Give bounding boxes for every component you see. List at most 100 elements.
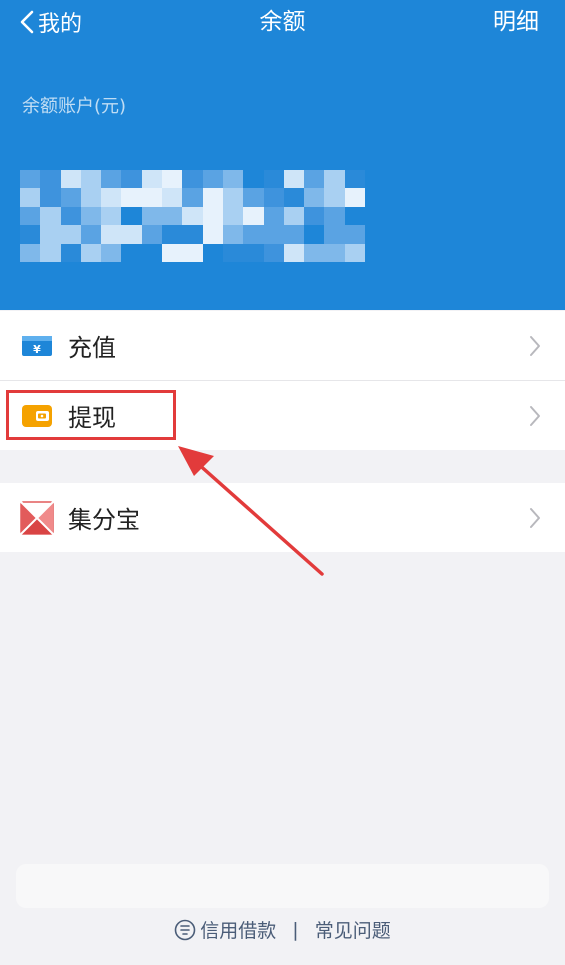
mosaic-pixel (202, 170, 223, 189)
mosaic-pixel (324, 188, 345, 207)
mosaic-pixel (141, 206, 163, 226)
list-item-withdraw[interactable]: 提现 (0, 381, 565, 450)
mosaic-pixel (121, 170, 142, 189)
mosaic-pixel (182, 170, 203, 189)
mosaic-pixel (182, 188, 203, 207)
mosaic-pixel (80, 243, 102, 262)
mosaic-pixel (80, 170, 102, 189)
mosaic-pixel (222, 225, 244, 244)
mosaic-pixel (202, 225, 223, 244)
mosaic-pixel (162, 206, 183, 226)
footer-separator: | (292, 918, 299, 941)
chevron-right-icon (530, 405, 540, 426)
mosaic-pixel (20, 225, 41, 244)
mosaic-pixel (263, 188, 284, 207)
mosaic-pixel (20, 243, 41, 262)
mosaic-pixel (344, 206, 365, 226)
mosaic-pixel (121, 206, 142, 226)
yuan-card-icon: ¥ (20, 329, 54, 363)
mosaic-pixel (182, 206, 203, 226)
mosaic-pixel (162, 225, 183, 244)
mosaic-pixel (40, 225, 61, 244)
mosaic-pixel (141, 170, 163, 189)
mosaic-pixel (80, 206, 102, 226)
mosaic-pixel (344, 225, 365, 244)
withdraw-label: 提现 (68, 404, 116, 432)
mosaic-pixel (243, 188, 264, 207)
list-item-jifenbao[interactable]: 集分宝 (0, 483, 565, 552)
mosaic-pixel (344, 170, 365, 189)
mosaic-pixel (263, 225, 284, 244)
mosaic-pixel (101, 170, 122, 189)
mosaic-pixel (101, 206, 122, 226)
footer-links: 信用借款 | 常见问题 (0, 916, 565, 943)
chevron-right-icon (530, 335, 540, 356)
mosaic-pixel (60, 170, 81, 189)
mosaic-pixel (243, 206, 264, 226)
mosaic-pixel (283, 243, 305, 262)
mosaic-pixel (324, 243, 345, 262)
balance-label: 余额账户(元) (22, 96, 127, 117)
mosaic-pixel (304, 206, 325, 226)
mosaic-pixel (344, 243, 365, 262)
mosaic-pixel (263, 170, 284, 189)
chevron-right-icon (530, 507, 540, 528)
back-label: 我的 (38, 12, 83, 37)
mosaic-pixel (324, 206, 345, 226)
mosaic-pixel (304, 243, 325, 262)
mosaic-pixel (324, 170, 345, 189)
mosaic-pixel (162, 170, 183, 189)
mosaic-pixel (202, 188, 223, 207)
faq-link[interactable]: 常见问题 (315, 916, 391, 943)
mosaic-pixel (283, 225, 305, 244)
chevron-left-icon (20, 10, 34, 34)
credit-loan-icon (174, 919, 196, 940)
mosaic-pixel (304, 225, 325, 244)
mosaic-pixel (60, 225, 81, 244)
mosaic-pixel (121, 225, 142, 244)
footer-placeholder (16, 864, 549, 908)
mosaic-pixel (222, 188, 244, 207)
mosaic-pixel (182, 243, 203, 262)
mosaic-pixel (80, 225, 102, 244)
page-title: 余额 (259, 9, 306, 35)
mosaic-pixel (222, 243, 244, 262)
mosaic-pixel (304, 170, 325, 189)
mosaic-pixel (20, 170, 41, 189)
list-item-recharge[interactable]: ¥ 充值 (0, 311, 565, 381)
mosaic-pixel (344, 188, 365, 207)
mosaic-pixel (202, 243, 223, 262)
mosaic-pixel (101, 188, 122, 207)
mosaic-pixel (162, 243, 183, 262)
jifenbao-label: 集分宝 (68, 506, 140, 534)
mosaic-pixel (141, 243, 163, 262)
mosaic-pixel (60, 243, 81, 262)
mosaic-pixel (20, 206, 41, 226)
jifenbao-icon (20, 500, 54, 535)
mosaic-pixel (141, 225, 163, 244)
mosaic-pixel (40, 188, 61, 207)
mosaic-pixel (80, 188, 102, 207)
mosaic-pixel (202, 206, 223, 226)
mosaic-pixel (283, 188, 305, 207)
mosaic-pixel (60, 206, 81, 226)
mosaic-pixel (263, 206, 284, 226)
mosaic-pixel (222, 206, 244, 226)
mosaic-pixel (40, 206, 61, 226)
mosaic-pixel (182, 225, 203, 244)
balance-header: 我的 余额 明细 余额账户(元) (0, 0, 565, 310)
mosaic-pixel (20, 188, 41, 207)
mosaic-pixel (222, 170, 244, 189)
page-title-wrap: 余额 (0, 6, 565, 38)
mosaic-pixel (263, 243, 284, 262)
mosaic-pixel (101, 225, 122, 244)
mosaic-pixel (304, 188, 325, 207)
faq-label: 常见问题 (314, 920, 391, 942)
mosaic-pixel (283, 170, 305, 189)
recharge-label: 充值 (68, 334, 116, 362)
mosaic-pixel (40, 243, 61, 262)
balance-amount-obscured (20, 170, 365, 262)
back-button[interactable]: 我的 (18, 6, 82, 38)
detail-button[interactable]: 明细 (493, 6, 539, 38)
credit-loan-link[interactable]: 信用借款 (174, 916, 276, 943)
